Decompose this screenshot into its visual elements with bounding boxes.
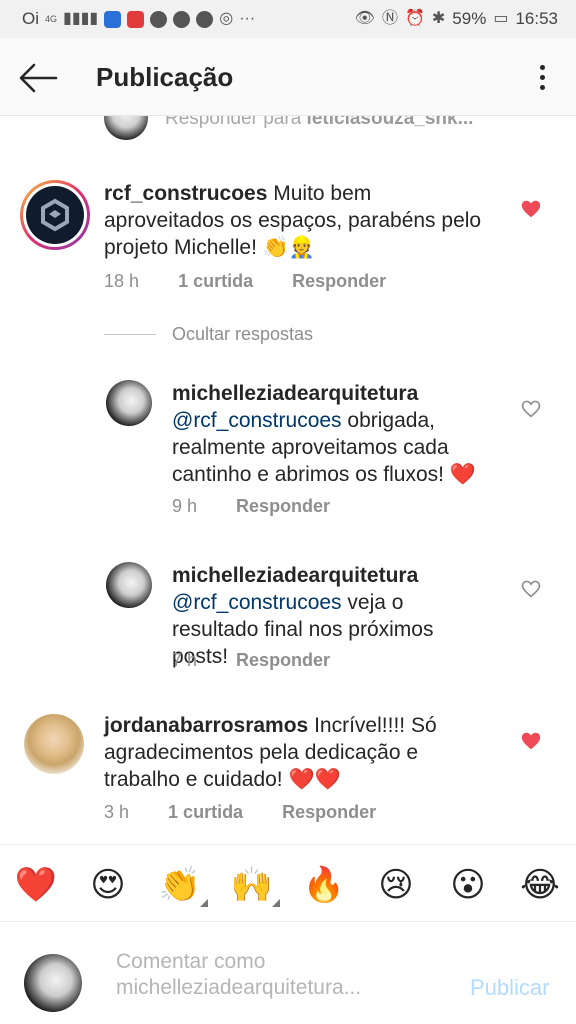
more-vertical-icon-dot: [539, 85, 545, 90]
facebook-icon: [150, 10, 168, 28]
comment-username[interactable]: rcf_construcoes: [104, 182, 267, 205]
heart-filled-icon: [521, 200, 541, 218]
reply-comment: michelleziadearquitetura @rcf_construcoe…: [0, 378, 576, 528]
avatar[interactable]: [106, 380, 152, 426]
avatar[interactable]: [106, 562, 152, 608]
skin-tone-indicator-icon: [272, 899, 280, 907]
page-title: Publicação: [96, 62, 234, 92]
comment-time: 7 h: [172, 650, 198, 670]
comment-meta: 18 h 1 curtida Responder: [104, 271, 420, 292]
comment-time: 9 h: [172, 496, 198, 516]
avatar[interactable]: [24, 714, 84, 774]
like-button[interactable]: [520, 398, 544, 422]
avatar: [104, 116, 148, 140]
emoji-raised-hands-button[interactable]: 🙌: [230, 863, 280, 907]
more-notifications-icon: ···: [239, 10, 256, 27]
like-button[interactable]: [520, 730, 544, 754]
avatar-story-ring[interactable]: [20, 180, 90, 250]
publish-button[interactable]: Publicar: [470, 975, 549, 1001]
heart-outline-icon: [521, 580, 541, 598]
facebook-icon: [196, 10, 214, 28]
reply-prompt-user: leticiasouza_snk...: [306, 116, 474, 129]
carrier-label: Oi: [22, 9, 39, 28]
partial-reply-row: Responder para leticiasouza_snk...: [0, 116, 576, 144]
app-notification-icon: [127, 10, 145, 28]
nfc-icon: Ⓝ: [381, 10, 398, 27]
likes-count[interactable]: 1 curtida: [168, 802, 243, 822]
like-button[interactable]: [520, 578, 544, 602]
hide-replies-toggle[interactable]: Ocultar respostas: [104, 324, 313, 345]
reply-button[interactable]: Responder: [236, 496, 330, 516]
comment-input-placeholder: Comentar como: [116, 950, 266, 973]
skin-tone-indicator-icon: [200, 899, 208, 907]
comment-meta: 7 h Responder: [172, 650, 364, 671]
bluetooth-icon: ✱: [431, 10, 446, 27]
reply-prompt[interactable]: Responder para leticiasouza_snk...: [165, 116, 473, 130]
more-options-button[interactable]: [532, 62, 552, 94]
likes-count[interactable]: 1 curtida: [178, 271, 253, 291]
comment-body: jordanabarrosramos Incrível!!!! Só agrad…: [104, 712, 494, 793]
comment-time: 18 h: [104, 271, 140, 291]
emoji-fire-button[interactable]: 🔥: [302, 863, 346, 907]
back-button[interactable]: [16, 58, 60, 98]
clock: 16:53: [515, 9, 558, 28]
comment-username[interactable]: michelleziadearquitetura: [172, 382, 418, 405]
divider: [104, 334, 156, 335]
emoji-heart-button[interactable]: ❤️: [14, 863, 58, 907]
app-notification-icon: [104, 10, 122, 28]
comment-body: rcf_construcoes Muito bem aproveitados o…: [104, 180, 494, 261]
battery-icon: ▭: [493, 10, 509, 27]
emoji-clap-button[interactable]: 👏: [158, 863, 208, 907]
comments-list[interactable]: Responder para leticiasouza_snk... rcf_c…: [0, 116, 576, 844]
comment: rcf_construcoes Muito bem aproveitados o…: [0, 176, 576, 296]
more-vertical-icon-dot: [539, 75, 545, 80]
more-vertical-icon: [539, 65, 545, 70]
emoji-quick-bar: ❤️ 😍 👏 🙌 🔥 😢 😮 😂: [0, 844, 576, 922]
raised-hands-emoji: 🙌: [230, 866, 274, 904]
mention-link[interactable]: @rcf_construcoes: [172, 409, 342, 432]
hide-replies-label: Ocultar respostas: [172, 324, 314, 344]
comment-meta: 3 h 1 curtida Responder: [104, 802, 410, 823]
like-button[interactable]: [520, 198, 544, 222]
comment-username[interactable]: michelleziadearquitetura: [172, 564, 418, 587]
comment-input[interactable]: Comentar como michelleziadearquitetura..…: [116, 949, 446, 1001]
avatar: [24, 954, 82, 1012]
rcf-logo-icon: [26, 186, 84, 244]
alarm-icon: ⏰: [404, 10, 425, 27]
status-bar-right: 👁 Ⓝ ⏰ ✱ 59% ▭ 16:53: [355, 9, 558, 29]
network-label: 4G: [45, 13, 58, 24]
avatar: [23, 183, 87, 247]
clap-emoji: 👏: [158, 866, 202, 904]
comment-body: michelleziadearquitetura @rcf_construcoe…: [172, 380, 492, 488]
heart-filled-icon: [521, 732, 541, 750]
comment-time: 3 h: [104, 802, 130, 822]
mention-link[interactable]: @rcf_construcoes: [172, 591, 342, 614]
comment: jordanabarrosramos Incrível!!!! Só agrad…: [0, 712, 576, 842]
back-arrow-icon: [19, 63, 58, 93]
emoji-laughing-button[interactable]: 😂: [518, 863, 562, 907]
comment-input-placeholder-user: michelleziadearquitetura...: [116, 976, 362, 999]
messenger-icon: [173, 10, 191, 28]
comment-composer: Comentar como michelleziadearquitetura..…: [0, 922, 576, 1024]
reply-prompt-label: Responder para: [165, 116, 302, 129]
heart-outline-icon: [521, 400, 541, 418]
eye-icon: 👁: [354, 10, 375, 27]
reply-button[interactable]: Responder: [292, 271, 386, 291]
signal-icon: ▮▮▮▮: [63, 10, 99, 27]
reply-button[interactable]: Responder: [236, 650, 330, 670]
emoji-heart-eyes-button[interactable]: 😍: [86, 863, 130, 907]
instagram-icon: ◎: [219, 10, 234, 27]
reply-button[interactable]: Responder: [282, 802, 376, 822]
cube-logo-icon: [41, 198, 69, 232]
emoji-crying-button[interactable]: 😢: [374, 863, 418, 907]
emoji-surprised-button[interactable]: 😮: [446, 863, 490, 907]
reply-comment: michelleziadearquitetura @rcf_construcoe…: [0, 560, 576, 680]
status-bar: Oi 4G ▮▮▮▮ ◎ ··· 👁 Ⓝ ⏰ ✱ 59% ▭ 16:53: [0, 0, 576, 38]
status-bar-left: Oi 4G ▮▮▮▮ ◎ ···: [22, 9, 255, 29]
app-bar: Publicação: [0, 38, 576, 116]
comment-meta: 9 h Responder: [172, 496, 364, 517]
comment-username[interactable]: jordanabarrosramos: [104, 714, 308, 737]
battery-percent: 59%: [452, 9, 487, 28]
